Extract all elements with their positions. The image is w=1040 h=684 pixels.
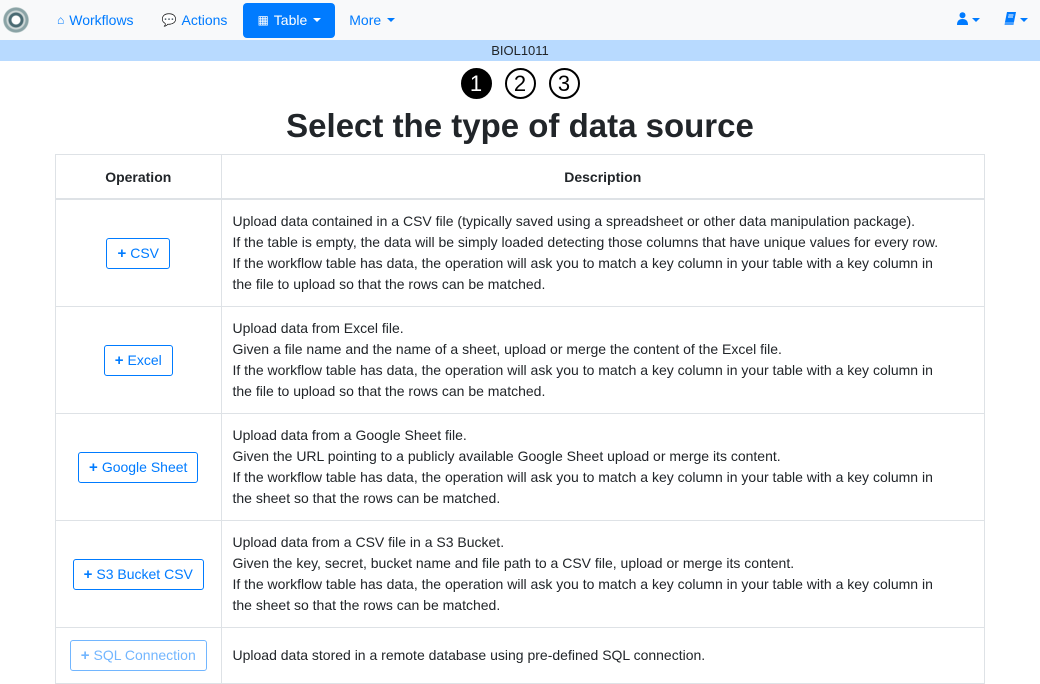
data-source-table: Operation Description + CSV Upload data c…: [55, 154, 985, 684]
nav-actions-label: Actions: [181, 12, 228, 28]
row-description: Upload data from Excel file. Given a fil…: [221, 306, 984, 414]
step-3: 3: [548, 68, 580, 99]
description-line: Upload data from a Google Sheet file.: [232, 427, 467, 443]
header-description: Description: [221, 155, 984, 200]
s3-bucket-csv-upload-button[interactable]: + S3 Bucket CSV: [72, 558, 204, 590]
description-line: the file to upload so that the rows can …: [232, 276, 546, 292]
navbar-right: [945, 0, 1040, 40]
description-line: Given the URL pointing to a publicly ava…: [232, 448, 781, 464]
description-line: Upload data stored in a remote database …: [232, 647, 706, 663]
table-row-google-sheet: + Google Sheet Upload data from a Google …: [56, 413, 984, 521]
caret-down-icon: [387, 18, 396, 22]
csv-upload-button[interactable]: + CSV: [106, 237, 171, 269]
button-label: Google Sheet: [101, 458, 188, 475]
caret-down-icon: [972, 18, 980, 22]
description-line: the file to upload so that the rows can …: [232, 383, 546, 399]
row-description: Upload data contained in a CSV file (typ…: [221, 199, 984, 307]
navbar: ⌂ Workflows 💬 Actions ▦ Table More: [0, 0, 1040, 40]
page-title: Select the type of data source: [286, 107, 754, 144]
plus-icon: +: [89, 458, 98, 476]
description-line: Upload data from Excel file.: [232, 320, 404, 336]
step-1: 1: [460, 68, 492, 99]
nav-workflows[interactable]: ⌂ Workflows: [43, 3, 148, 38]
table-icon: ▦: [257, 13, 269, 27]
caret-down-icon: [313, 18, 322, 22]
help-menu-dropdown[interactable]: [992, 3, 1040, 38]
description-line: the sheet so that the rows can be matche…: [232, 597, 501, 613]
table-row-excel: + Excel Upload data from Excel file. Give…: [56, 306, 984, 414]
description-line: Upload data contained in a CSV file (typ…: [232, 213, 916, 229]
description-line: If the workflow table has data, the oper…: [232, 469, 933, 485]
button-label: Excel: [127, 351, 162, 368]
row-description: Upload data from a Google Sheet file. Gi…: [221, 413, 984, 521]
description-line: If the workflow table has data, the oper…: [232, 362, 933, 378]
google-sheet-upload-button[interactable]: + Google Sheet: [78, 451, 199, 483]
row-description: Upload data from a CSV file in a S3 Buck…: [221, 520, 984, 628]
plus-icon: +: [114, 351, 124, 369]
table-row-s3-bucket: + S3 Bucket CSV Upload data from a CSV fi…: [56, 520, 984, 628]
plus-icon: +: [80, 647, 90, 664]
comments-icon: 💬: [161, 13, 177, 27]
caret-down-icon: [1020, 18, 1028, 22]
description-line: Given a file name and the name of a shee…: [232, 341, 782, 357]
button-label: SQL Connection: [93, 647, 196, 663]
description-line: Upload data from a CSV file in a S3 Buck…: [232, 534, 505, 550]
plus-icon: +: [117, 244, 127, 262]
header-operation: Operation: [56, 155, 222, 200]
course-name-bar: BIOL1011: [0, 40, 1040, 61]
plus-icon: +: [83, 565, 93, 583]
description-line: Given the key, secret, bucket name and f…: [232, 555, 795, 571]
table-row-csv: + CSV Upload data contained in a CSV file…: [56, 199, 984, 307]
description-line: If the table is empty, the data will be …: [232, 234, 939, 250]
sql-connection-upload-button[interactable]: + SQL Connection: [69, 640, 207, 671]
nav-actions[interactable]: 💬 Actions: [148, 3, 242, 38]
table-row-sql: + SQL Connection Upload data stored in a …: [56, 627, 984, 684]
button-label: S3 Bucket CSV: [96, 565, 193, 582]
nav-table-label: Table: [273, 12, 308, 28]
button-label: CSV: [130, 244, 160, 261]
book-icon: [1004, 12, 1016, 28]
nav-table-dropdown[interactable]: ▦ Table: [243, 2, 336, 38]
home-icon: ⌂: [57, 13, 65, 27]
description-line: If the workflow table has data, the oper…: [232, 255, 933, 271]
nav-more-dropdown[interactable]: More: [335, 3, 409, 38]
description-line: If the workflow table has data, the oper…: [232, 576, 933, 592]
step-indicator: 1 2 3: [0, 68, 1040, 100]
description-line: the sheet so that the rows can be matche…: [232, 490, 501, 506]
excel-upload-button[interactable]: + Excel: [103, 344, 173, 376]
step-2: 2: [504, 68, 536, 99]
nav-workflows-label: Workflows: [69, 12, 134, 28]
app-logo[interactable]: [3, 7, 29, 33]
row-description: Upload data stored in a remote database …: [221, 627, 984, 684]
nav-more-label: More: [349, 12, 382, 28]
user-menu-dropdown[interactable]: [945, 3, 992, 38]
user-icon: [957, 12, 968, 28]
